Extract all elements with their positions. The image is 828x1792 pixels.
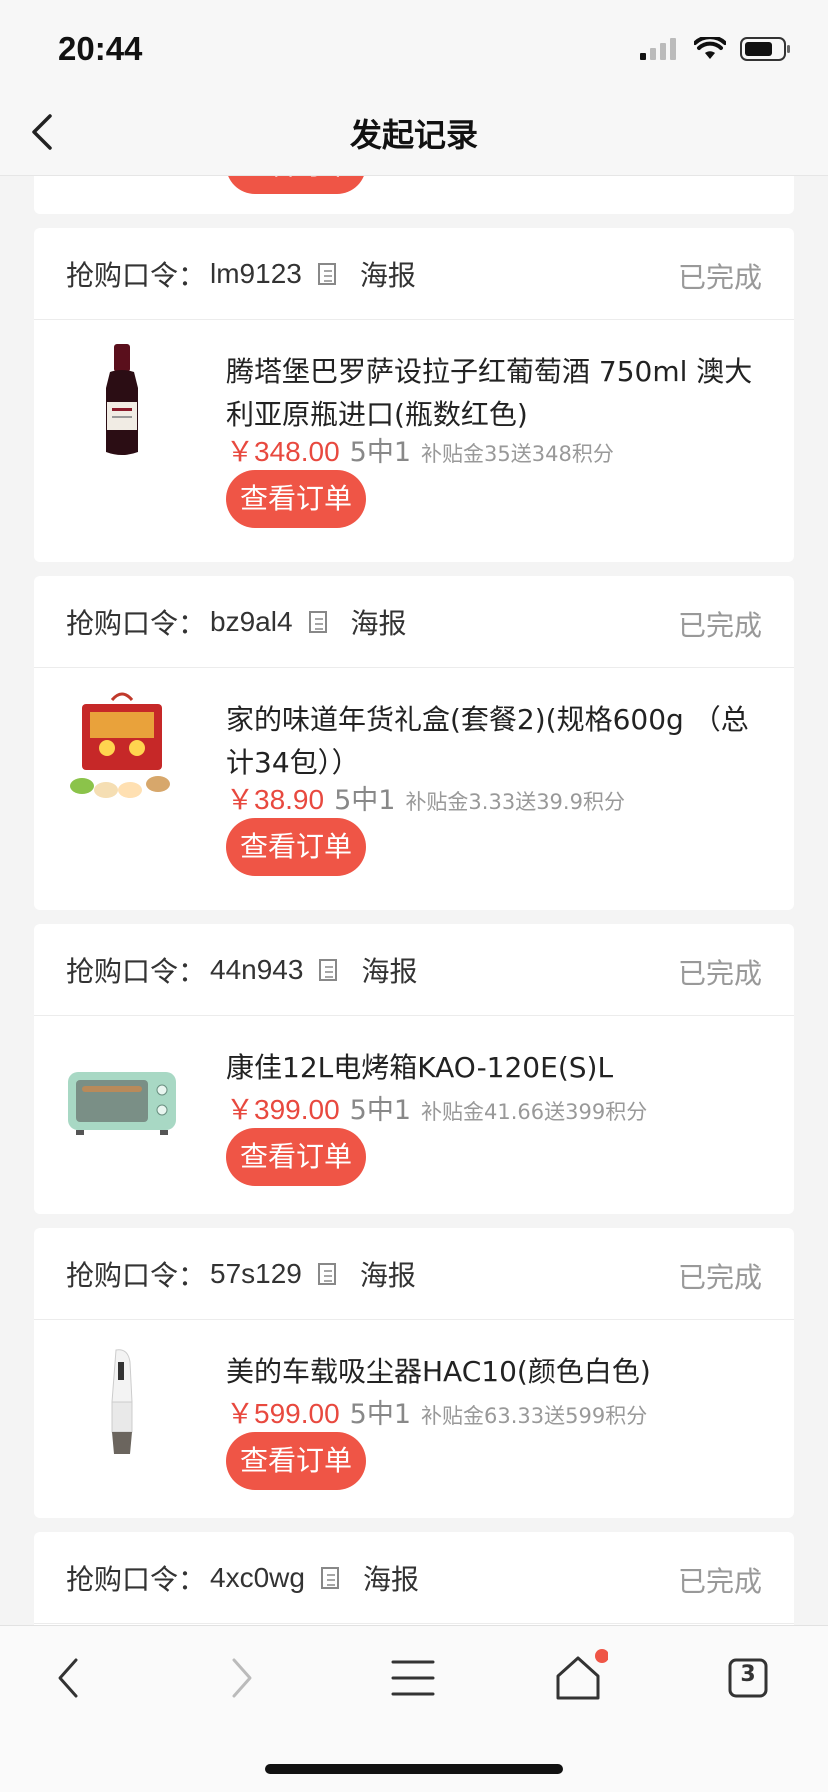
- odds: 5中1: [334, 785, 396, 816]
- price-line: ￥38.90 5中1 补贴金3.33送39.9积分: [226, 778, 625, 818]
- menu-icon[interactable]: [383, 1648, 443, 1708]
- price: ￥38.90: [226, 784, 325, 815]
- reward-text: 补贴金35送348积分: [421, 442, 614, 466]
- toaster-oven-image: [68, 1072, 176, 1135]
- copy-icon[interactable]: [317, 957, 343, 983]
- order-card-header: 抢购口令： 44n943 海报 已完成: [34, 924, 794, 1016]
- view-order-button[interactable]: 查看订单: [226, 1128, 366, 1186]
- signal-icon: [640, 38, 676, 60]
- nav-bar: 发起记录: [0, 88, 828, 176]
- price: ￥399.00: [226, 1094, 340, 1125]
- status-badge: 已完成: [677, 261, 762, 294]
- price-line: ￥599.00 5中1 补贴金63.33送599积分: [226, 1392, 647, 1432]
- order-card: 抢购口令： 57s129 海报 已完成 美的车载吸尘器HAC10(颜色白色) ￥…: [34, 1228, 794, 1518]
- order-card-header: 抢购口令： 4xc0wg 海报 已完成: [34, 1532, 794, 1624]
- order-card-body: 美的车载吸尘器HAC10(颜色白色) ￥599.00 5中1 补贴金63.33送…: [34, 1320, 794, 1560]
- forward-icon[interactable]: [210, 1648, 270, 1708]
- reward-text: 补贴金3.33送39.9积分: [405, 790, 625, 814]
- status-badge: 已完成: [677, 1565, 762, 1598]
- status-badge: 已完成: [677, 957, 762, 990]
- code-label: 抢购口令：: [66, 954, 207, 988]
- code-value: 4xc0wg: [210, 1561, 305, 1593]
- price: ￥599.00: [226, 1398, 340, 1429]
- status-badge: 已完成: [677, 1261, 762, 1294]
- gift-box-image: [70, 692, 170, 798]
- poster-link[interactable]: 海报: [363, 1558, 419, 1598]
- product-title: 美的车载吸尘器HAC10(颜色白色): [226, 1355, 651, 1388]
- home-indicator: [265, 1764, 563, 1774]
- order-card-body: 康佳12L电烤箱KAO-120E(S)L ￥399.00 5中1 补贴金41.6…: [34, 1016, 794, 1256]
- code-label: 抢购口令：: [66, 606, 207, 640]
- poster-link[interactable]: 海报: [360, 1254, 416, 1294]
- order-card-header: 抢购口令： lm9123 海报 已完成: [34, 228, 794, 320]
- order-list[interactable]: 查看订单 抢购口令： lm9123 海报 已完成 腾塔堡巴罗萨设拉子红葡萄酒 7…: [0, 176, 828, 1625]
- price: ￥348.00: [226, 436, 340, 467]
- odds: 5中1: [349, 1399, 412, 1430]
- tabs-count: 3: [740, 1662, 756, 1687]
- code-label: 抢购口令：: [66, 1562, 207, 1596]
- code-value: bz9al4: [210, 605, 293, 637]
- wifi-icon: [694, 37, 726, 59]
- back-icon[interactable]: [40, 1648, 100, 1708]
- product-title: 康佳12L电烤箱KAO-120E(S)L: [226, 1051, 614, 1084]
- battery-icon: [740, 37, 790, 61]
- order-card-partial: 查看订单: [34, 176, 794, 214]
- code-value: lm9123: [210, 257, 302, 289]
- page-title: 发起记录: [349, 116, 478, 154]
- order-card: 抢购口令： 44n943 海报 已完成 康佳12L电烤箱KAO-120E(S)L: [34, 924, 794, 1214]
- reward-text: 补贴金41.66送399积分: [421, 1100, 648, 1124]
- order-card-body: 家的味道年货礼盒(套餐2)(规格600g （总计34包）） ￥38.90 5中1…: [34, 668, 794, 908]
- order-card-body: 腾塔堡巴罗萨设拉子红葡萄酒 750ml 澳大利亚原瓶进口(瓶数红色) ￥348.…: [34, 320, 794, 560]
- order-card-header: 抢购口令： 57s129 海报 已完成: [34, 1228, 794, 1320]
- odds: 5中1: [349, 1095, 412, 1126]
- code-value: 44n943: [210, 953, 304, 985]
- order-card: 抢购口令： lm9123 海报 已完成 腾塔堡巴罗萨设拉子红葡萄酒 750ml …: [34, 228, 794, 562]
- poster-link[interactable]: 海报: [361, 950, 417, 990]
- status-badge: 已完成: [677, 609, 762, 642]
- odds: 5中1: [349, 437, 412, 468]
- price-line: ￥348.00 5中1 补贴金35送348积分: [226, 430, 614, 470]
- reward-text: 补贴金63.33送599积分: [421, 1404, 648, 1428]
- view-order-button[interactable]: 查看订单: [226, 470, 366, 528]
- code-label: 抢购口令：: [66, 258, 207, 292]
- order-card: 抢购口令： 4xc0wg 海报 已完成: [34, 1532, 794, 1625]
- copy-icon[interactable]: [307, 609, 333, 635]
- copy-icon[interactable]: [316, 261, 342, 287]
- view-order-button[interactable]: 查看订单: [226, 1432, 366, 1490]
- view-order-button[interactable]: 查看订单: [226, 818, 366, 876]
- home-icon[interactable]: [548, 1648, 608, 1708]
- status-time: 20:44: [58, 30, 143, 67]
- price-line: ￥399.00 5中1 补贴金41.66送399积分: [226, 1088, 647, 1128]
- car-vacuum-image: [111, 1349, 133, 1454]
- code-value: 57s129: [210, 1257, 302, 1289]
- wine-bottle-image: [106, 344, 138, 455]
- product-title: 腾塔堡巴罗萨设拉子红葡萄酒 750ml 澳大利亚原瓶进口(瓶数红色): [226, 355, 753, 431]
- copy-icon[interactable]: [316, 1261, 342, 1287]
- order-card: 抢购口令： bz9al4 海报 已完成 家的味道年货礼盒(套餐2)(规格600g…: [34, 576, 794, 910]
- status-icons: [640, 36, 792, 62]
- tabs-button[interactable]: 3: [718, 1648, 778, 1708]
- poster-link[interactable]: 海报: [360, 254, 416, 294]
- code-label: 抢购口令：: [66, 1258, 207, 1292]
- copy-icon[interactable]: [319, 1565, 345, 1591]
- status-bar: 20:44: [0, 0, 828, 88]
- browser-toolbar: 3: [0, 1625, 828, 1792]
- view-order-button[interactable]: 查看订单: [226, 176, 366, 194]
- order-card-header: 抢购口令： bz9al4 海报 已完成: [34, 576, 794, 668]
- product-title: 家的味道年货礼盒(套餐2)(规格600g （总计34包））: [226, 703, 749, 779]
- poster-link[interactable]: 海报: [351, 602, 407, 642]
